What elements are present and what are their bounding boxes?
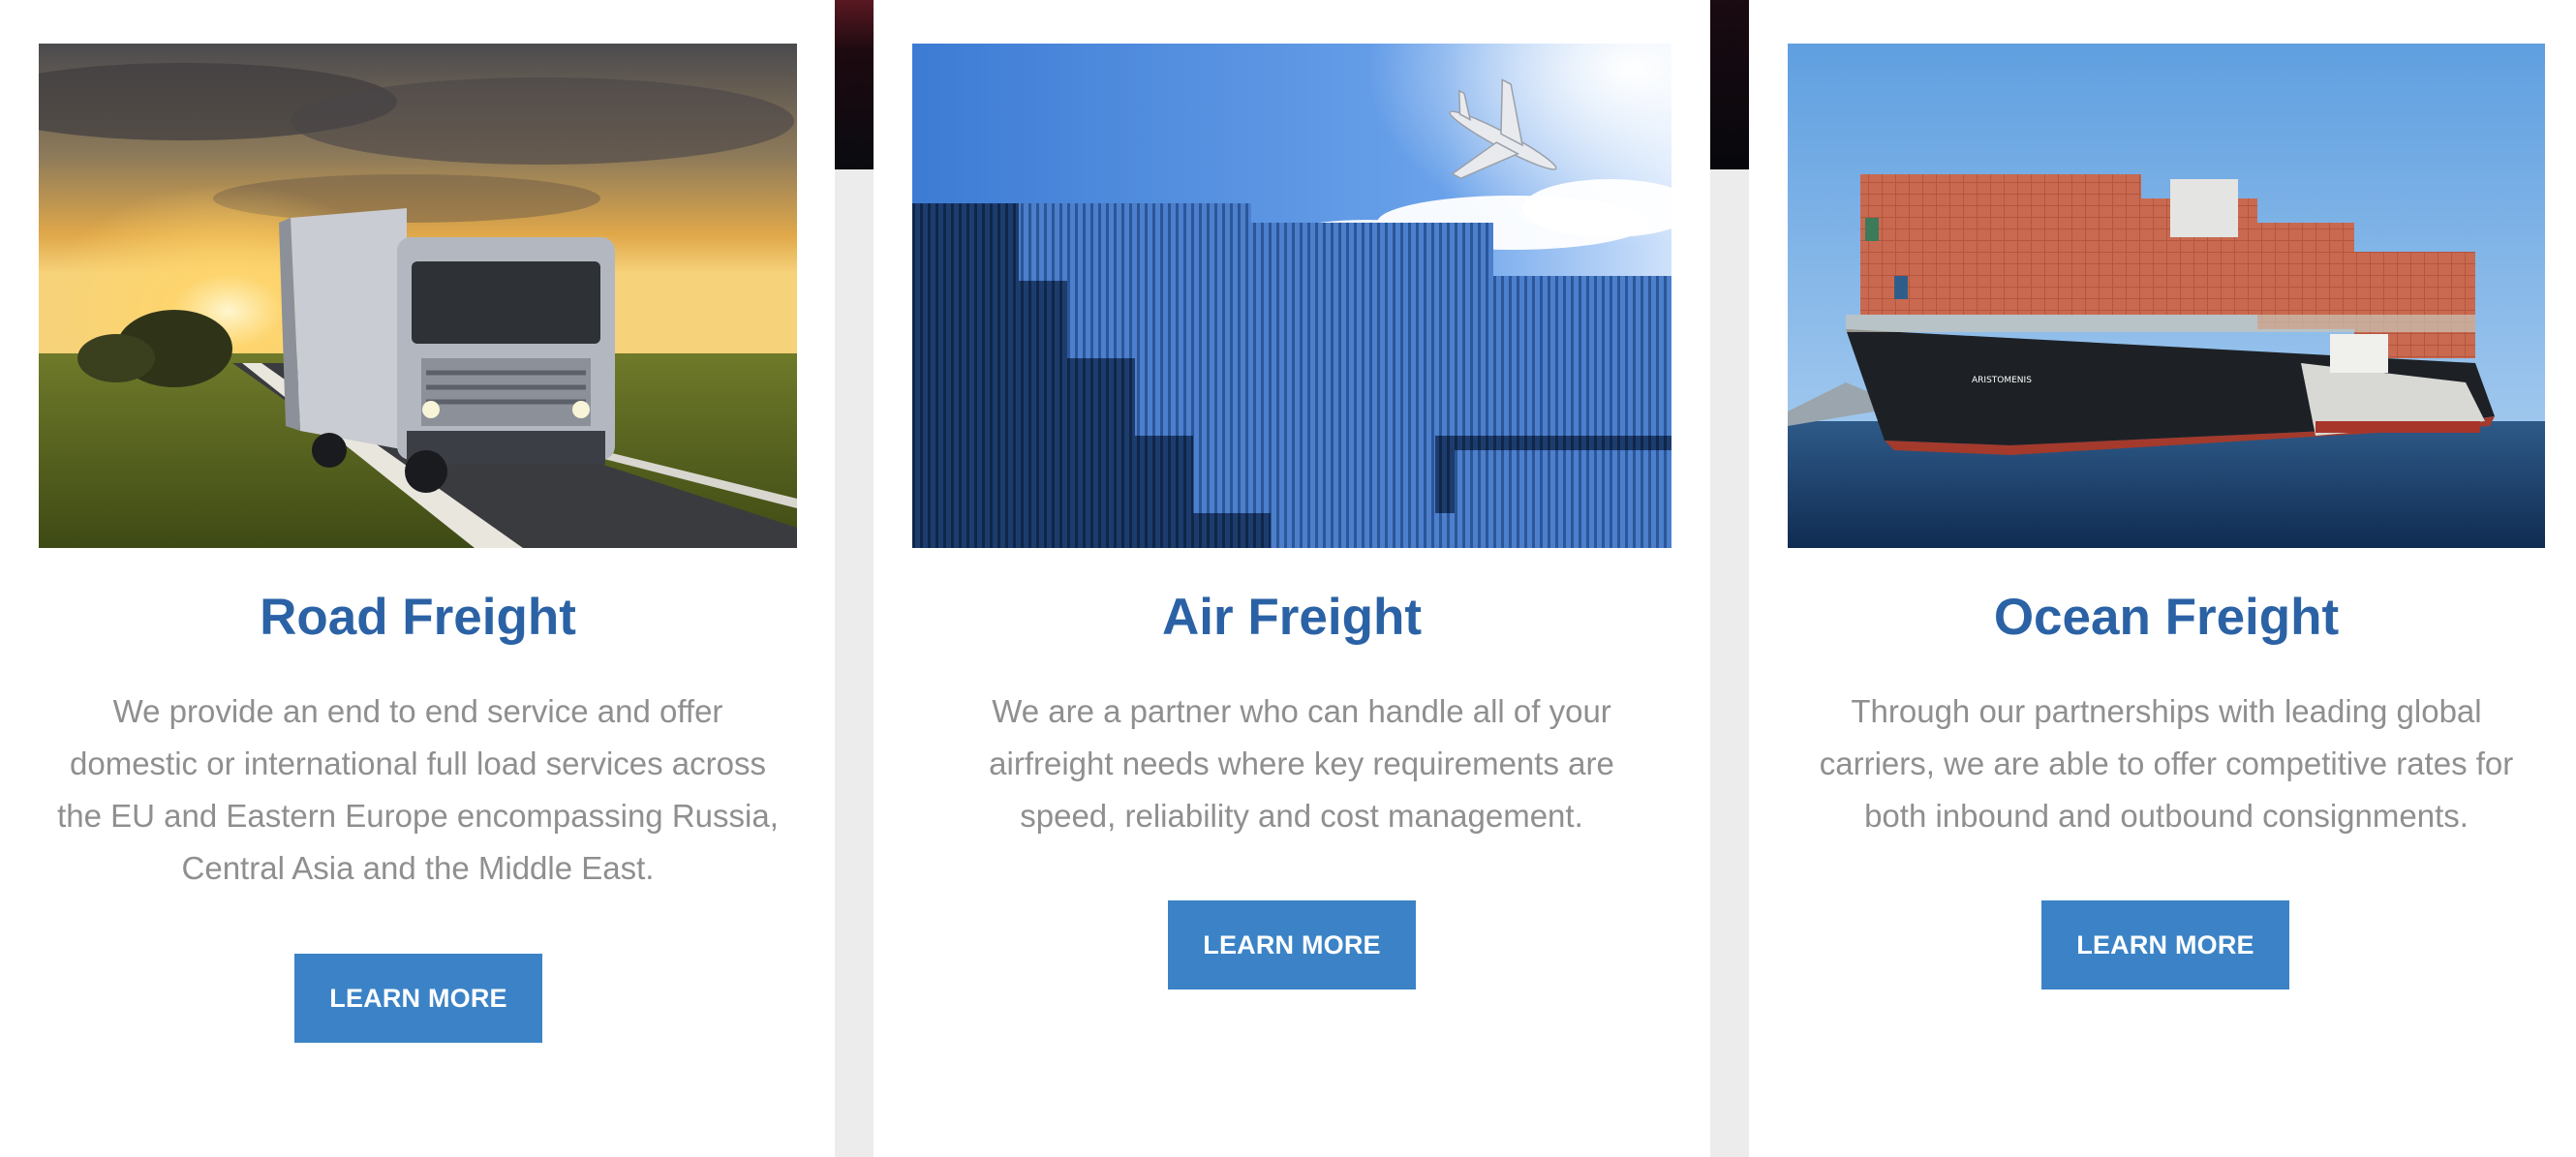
container-ship-image: ARISTOMENIS: [1788, 44, 2545, 548]
card-description: Through our partnerships with leading gl…: [1819, 693, 2514, 834]
ship-name-label: ARISTOMENIS: [1972, 376, 2032, 385]
learn-more-button[interactable]: LEARN MORE: [1168, 900, 1416, 990]
service-card-air-freight: Air Freight We are a partner who can han…: [874, 0, 1710, 1157]
card-description: We are a partner who can handle all of y…: [989, 693, 1614, 834]
containers-and-airplane-image: [912, 44, 1671, 548]
card-title: Air Freight: [1162, 589, 1422, 646]
truck-on-road-image: [39, 44, 797, 548]
service-card-ocean-freight: ARISTOMENIS Ocean Freight Through our pa…: [1749, 0, 2576, 1157]
card-title: Road Freight: [260, 589, 576, 646]
learn-more-button[interactable]: LEARN MORE: [294, 954, 542, 1043]
backdrop-strip: [1710, 0, 1749, 169]
backdrop-strip: [835, 0, 874, 169]
learn-more-button[interactable]: LEARN MORE: [2041, 900, 2289, 990]
service-card-road-freight: Road Freight We provide an end to end se…: [0, 0, 835, 1157]
card-title: Ocean Freight: [1993, 589, 2340, 646]
card-description: We provide an end to end service and off…: [57, 693, 779, 886]
